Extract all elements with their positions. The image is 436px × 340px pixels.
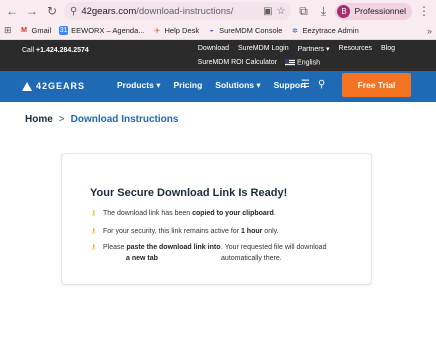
us-flag-icon — [285, 59, 296, 66]
translate-icon[interactable]: ▣ — [263, 6, 272, 17]
breadcrumb-home[interactable]: Home — [25, 114, 53, 125]
link-partners[interactable]: Partners ▾ — [298, 45, 330, 53]
instruction-line: ⚷ For your security, this link remains a… — [91, 226, 279, 237]
text-part: automatically there. — [221, 255, 282, 262]
language-selector[interactable]: English — [285, 59, 320, 66]
bookmark-star-icon[interactable]: ☆ — [277, 6, 286, 17]
text-part: The download link has been — [103, 210, 193, 217]
free-trial-button[interactable]: Free Trial — [342, 73, 411, 97]
apps-icon[interactable]: ⊞ — [4, 25, 12, 36]
bookmark-suremdm[interactable]: ◒ SureMDM Console — [207, 26, 283, 35]
text-part: Please — [103, 244, 127, 251]
nav-icons: ☰ ⚲ — [301, 79, 325, 90]
link-blog[interactable]: Blog — [381, 45, 395, 53]
bookmark-label: SureMDM Console — [219, 26, 283, 35]
bookmarks-bar: ⊞ M Gmail 31 EEWORX – Agenda... ✈ Help Desk… — [0, 22, 436, 40]
instruction-line: ⚷ Please paste the download link into . … — [91, 242, 341, 264]
text-part: . — [273, 210, 276, 217]
text-bold: a new tab — [126, 255, 158, 262]
nav-pricing[interactable]: Pricing — [173, 80, 202, 91]
phone-number[interactable]: +1.424.284.2574 — [36, 47, 89, 54]
text-cell: Please paste the download link into — [103, 242, 221, 253]
text-bold: 1 hour — [240, 228, 263, 235]
instruction-text: The download link has been copied to you… — [103, 208, 276, 219]
logo-text: 42GEARS — [36, 81, 86, 91]
gear-icon: ✲ — [292, 27, 298, 35]
nav-menu: Products ▾ Pricing Solutions ▾ Support — [117, 80, 319, 91]
browser-toolbar: ← → ↻ ⚲ 42gears.com/download-instruction… — [0, 0, 436, 22]
language-label: English — [297, 59, 320, 67]
hamburger-menu-icon[interactable]: ☰ — [301, 79, 310, 90]
avatar: B — [337, 4, 351, 18]
link-suremdm-login[interactable]: SureMDM Login — [238, 45, 289, 53]
nav-solutions[interactable]: Solutions ▾ — [215, 80, 260, 91]
key-icon: ⚷ — [91, 210, 97, 217]
top-links-row2: SureMDM ROI Calculator English — [198, 59, 320, 66]
text-part: For your security, this link remains act… — [103, 228, 241, 235]
address-bar[interactable]: ⚲ 42gears.com/download-instructions/ ▣ ☆ — [64, 2, 292, 20]
bookmark-label: Gmail — [31, 26, 52, 35]
download-card: Your Secure Download Link Is Ready! ⚷ Th… — [61, 153, 372, 285]
text-part: only. — [262, 228, 279, 235]
call-info: Call +1.424.284.2574 — [22, 47, 89, 54]
url-path: /download-instructions/ — [136, 5, 234, 17]
url-host: 42gears.com — [81, 5, 137, 17]
breadcrumb-current: Download Instructions — [70, 114, 179, 125]
extensions-icon[interactable]: ⧉ — [295, 3, 311, 19]
text-bold: copied to your clipboard — [192, 210, 274, 217]
search-icon[interactable]: ⚲ — [318, 79, 325, 90]
logo-mark-icon — [22, 81, 33, 91]
link-roi-calculator[interactable]: SureMDM ROI Calculator — [198, 59, 277, 66]
bookmark-label: EEWORX – Agenda... — [71, 26, 145, 35]
instruction-line: ⚷ The download link has been copied to y… — [91, 208, 276, 219]
bookmark-eeworx[interactable]: 31 EEWORX – Agenda... — [59, 26, 145, 35]
download-icon[interactable]: ⤓ — [315, 3, 331, 19]
suremdm-icon: ◒ — [209, 27, 214, 34]
site-info-icon[interactable]: ⚲ — [70, 6, 77, 17]
link-resources[interactable]: Resources — [339, 45, 372, 53]
instruction-text: For your security, this link remains act… — [103, 226, 279, 237]
key-icon: ⚷ — [91, 244, 97, 251]
bookmark-label: Help Desk — [164, 26, 200, 35]
site-topbar: Call +1.424.284.2574 Download SureMDM Lo… — [0, 40, 436, 71]
profile-button[interactable]: B Professionnel — [335, 2, 412, 20]
helpdesk-icon: ✈ — [154, 27, 160, 35]
text-part: . Your requested file will download — [221, 244, 327, 251]
gmail-icon: M — [21, 27, 27, 34]
profile-name: Professionnel — [354, 6, 406, 16]
breadcrumb: Home > Download Instructions — [25, 114, 178, 125]
site-logo[interactable]: 42GEARS — [22, 81, 85, 91]
top-links: Download SureMDM Login Partners ▾ Resour… — [198, 45, 395, 53]
more-bookmarks-icon[interactable]: » — [427, 26, 432, 36]
key-icon: ⚷ — [91, 228, 97, 235]
bookmark-eezytrace[interactable]: ✲ Eezytrace Admin — [290, 26, 359, 35]
bookmark-helpdesk[interactable]: ✈ Help Desk — [153, 26, 200, 35]
call-label: Call — [22, 47, 37, 54]
instruction-text: Please paste the download link into . Yo… — [103, 242, 341, 264]
url-text: 42gears.com/download-instructions/ — [81, 6, 259, 17]
bookmark-label: Eezytrace Admin — [302, 26, 359, 35]
reload-icon[interactable]: ↻ — [44, 3, 60, 19]
text-bold: paste the download link into — [126, 244, 221, 251]
calendar-icon: 31 — [59, 26, 69, 35]
menu-icon[interactable]: ⋮ — [416, 3, 432, 19]
main-nav: 42GEARS Products ▾ Pricing Solutions ▾ S… — [0, 71, 436, 102]
forward-icon[interactable]: → — [24, 3, 40, 19]
link-download[interactable]: Download — [198, 45, 229, 53]
bookmark-gmail[interactable]: M Gmail — [20, 26, 52, 35]
breadcrumb-separator: > — [58, 114, 65, 125]
back-icon[interactable]: ← — [4, 3, 20, 19]
card-title: Your Secure Download Link Is Ready! — [90, 187, 288, 199]
nav-products[interactable]: Products ▾ — [117, 80, 160, 91]
